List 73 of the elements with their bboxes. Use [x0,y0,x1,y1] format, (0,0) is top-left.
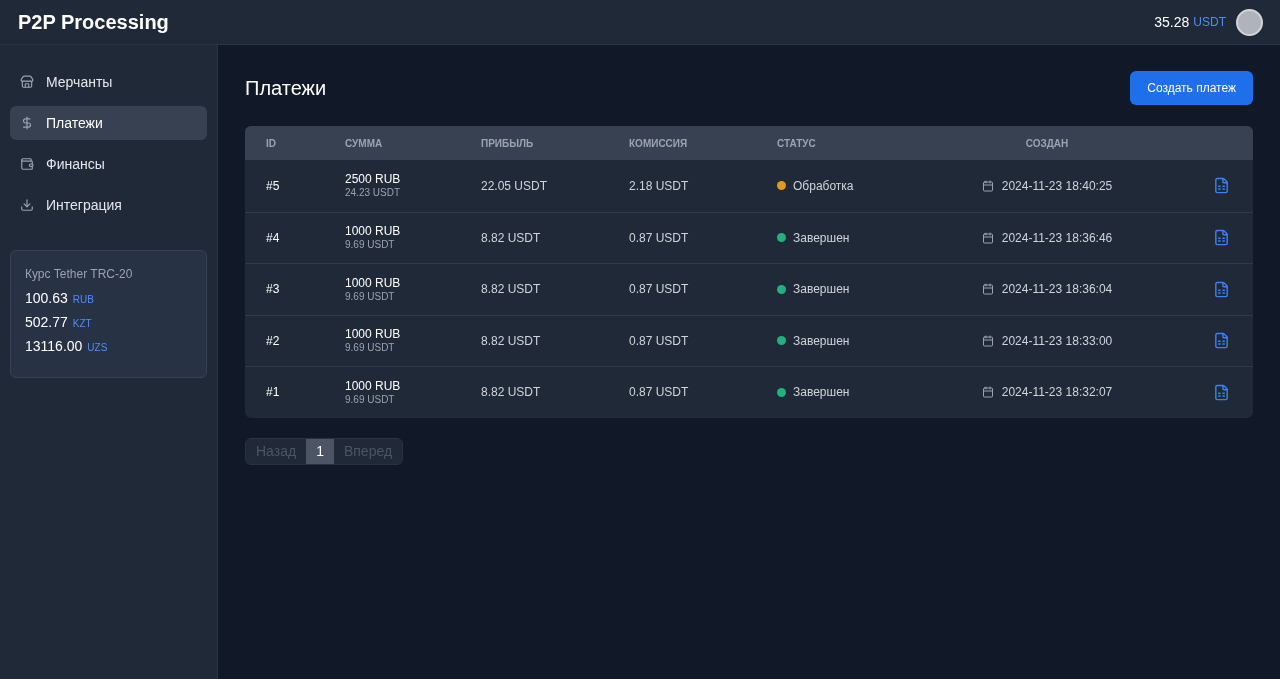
amount-rub: 1000 RUB [345,224,402,239]
page-title: Платежи [245,76,327,101]
document-icon[interactable] [1213,332,1230,350]
calendar-icon [981,386,994,399]
document-icon[interactable] [1213,177,1230,195]
download-icon [20,198,34,212]
column-header: СОЗДАН [1025,137,1069,149]
column-header: СТАТУС [777,137,816,149]
column-header: КОМИССИЯ [629,137,688,149]
created-date: 2024-11-23 18:36:46 [1001,229,1113,247]
amount-usdt: 9.69 USDT [345,290,396,303]
rate-currency: KZT [72,317,92,331]
payment-id: #3 [266,282,280,297]
fee-cell: 0.87 USDT [629,385,689,400]
column-header: СУММА [345,137,383,149]
document-icon[interactable] [1213,280,1230,298]
column-header: ПРИБЫЛЬ [481,137,534,149]
profit-cell: 8.82 USDT [481,282,541,297]
amount-usdt: 9.69 USDT [345,239,396,252]
calendar-icon [981,179,994,192]
sidebar-item[interactable]: Мерчанты [10,65,207,99]
created-date: 2024-11-23 18:32:07 [1001,384,1113,402]
rate-value: 502.77 [25,313,68,332]
fee-cell: 0.87 USDT [629,230,689,245]
sidebar-item[interactable]: Платежи [10,106,207,140]
created-date: 2024-11-23 18:33:00 [1001,332,1113,350]
created-date: 2024-11-23 18:36:04 [1001,281,1113,299]
amount-rub: 2500 RUB [345,172,402,187]
amount-rub: 1000 RUB [345,378,402,394]
avatar[interactable] [1236,8,1263,36]
profit-cell: 22.05 USDT [481,178,548,193]
calendar-icon [981,231,994,244]
rates-title: Курс Tether TRC-20 [25,266,134,283]
status-label: Завершен [793,281,850,299]
column-header: ID [266,137,276,149]
payment-id: #2 [266,333,280,348]
create-payment-button[interactable]: Создать платеж [1130,71,1253,105]
status-label: Обработка [793,177,854,195]
page-button[interactable]: 1 [306,438,334,464]
rate-value: 13116.00 [25,337,83,356]
payment-id: #5 [266,178,280,193]
status-label: Завершен [793,229,850,247]
created-date: 2024-11-23 18:40:25 [1001,177,1113,195]
sidebar-item[interactable]: Финансы [10,147,207,181]
document-icon[interactable] [1213,229,1230,247]
calendar-icon [981,334,994,347]
store-icon [20,75,34,89]
amount-usdt: 24.23 USDT [345,187,402,200]
amount-usdt: 9.69 USDT [345,342,396,355]
sidebar-item[interactable]: Интеграция [10,188,207,222]
amount-rub: 1000 RUB [345,327,402,342]
amount-rub: 1000 RUB [345,275,402,291]
amount-usdt: 9.69 USDT [345,393,396,406]
fee-cell: 0.87 USDT [629,282,689,297]
wallet-icon [20,157,34,171]
rate-currency: RUB [72,293,94,307]
document-icon[interactable] [1213,383,1230,401]
app-title: P2P Processing [18,10,169,35]
payment-id: #1 [266,385,280,400]
rate-currency: UZS [87,341,108,355]
dollar-icon [20,116,34,130]
calendar-icon [981,283,994,296]
status-label: Завершен [793,332,850,350]
balance-amount: 35.28 [1154,12,1190,32]
fee-cell: 0.87 USDT [629,333,689,348]
rate-value: 100.63 [25,289,68,308]
profit-cell: 8.82 USDT [481,333,541,348]
status-label: Завершен [793,384,850,402]
payment-id: #4 [266,230,280,245]
balance-currency: USDT [1193,14,1226,31]
profit-cell: 8.82 USDT [481,385,541,400]
fee-cell: 2.18 USDT [629,178,689,193]
profit-cell: 8.82 USDT [481,230,541,245]
